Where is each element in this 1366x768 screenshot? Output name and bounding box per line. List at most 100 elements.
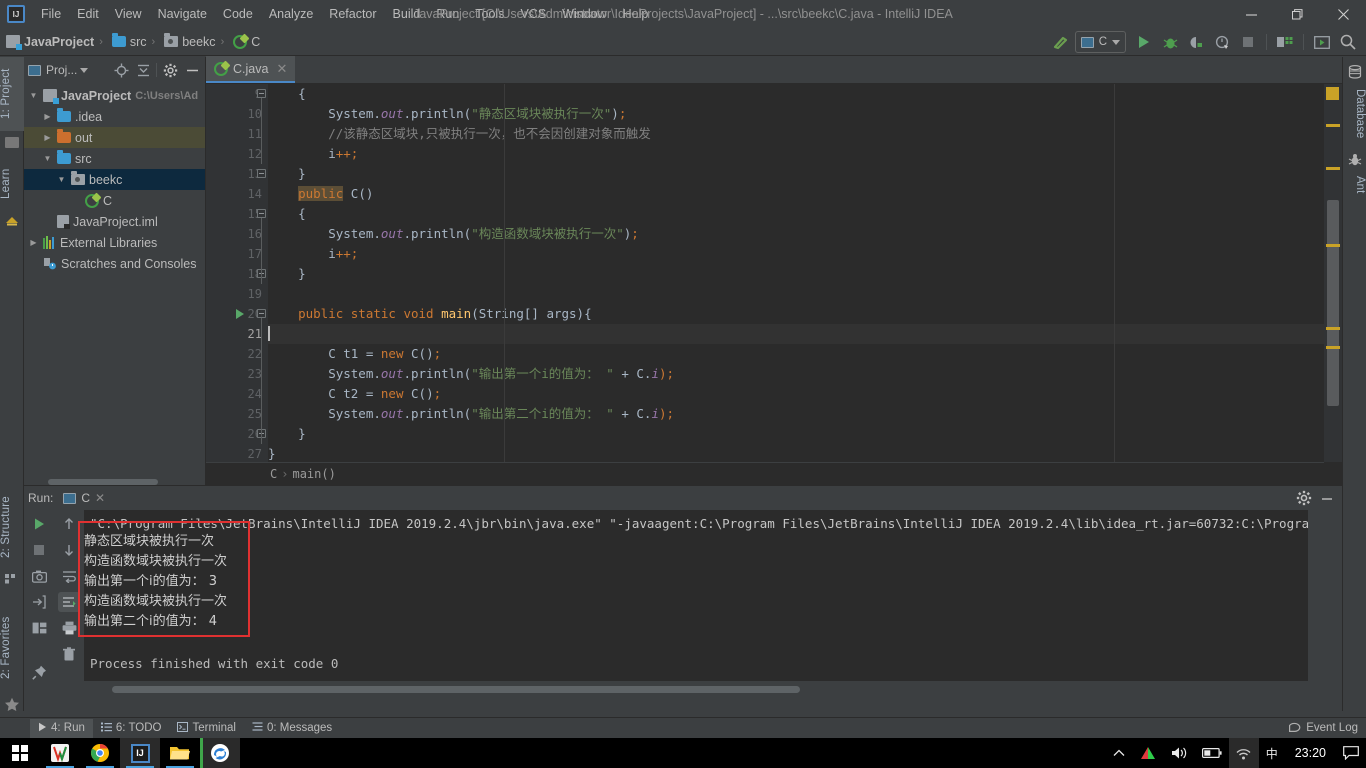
code-line[interactable] [268,324,1324,344]
close-button[interactable] [1320,0,1366,28]
editor-tab-c-java[interactable]: C.java ✕ [206,56,296,83]
menu-item-code[interactable]: Code [215,3,261,25]
action-center-button[interactable] [1336,738,1366,768]
event-log-button[interactable]: Event Log [1289,721,1358,735]
code-line[interactable]: System.out.println("静态区域块被执行一次"); [268,104,1324,124]
start-button[interactable] [0,738,40,768]
stripe-marker[interactable] [1326,167,1340,170]
ime-icon[interactable]: 中 [1259,738,1285,768]
update-icon[interactable] [1310,31,1334,53]
bottom-tab-messages[interactable]: 0: Messages [244,719,340,738]
run-configuration-selector[interactable]: C [1074,31,1126,53]
wps-tray-icon[interactable] [1132,738,1164,768]
tree-item-c[interactable]: C [24,190,205,211]
breadcrumb-method[interactable]: main() [292,467,335,481]
run-session-tab[interactable]: C ✕ [59,491,109,505]
breadcrumb-beekc[interactable]: beekc [158,31,217,53]
project-structure-icon[interactable] [1273,31,1297,53]
stripe-marker[interactable] [1326,327,1340,330]
menu-item-tools[interactable]: Tools [467,3,512,25]
code-line[interactable]: //该静态区域块,只被执行一次，也不会因创建对象而触发 [268,124,1324,144]
gear-icon[interactable] [1296,490,1314,508]
sidebar-item-database[interactable]: Database [1342,81,1366,147]
code-line[interactable]: System.out.println("输出第一个i的值为： " + C.i); [268,364,1324,384]
code-fold-toggle[interactable] [257,309,266,318]
menu-item-build[interactable]: Build [385,3,429,25]
profiler-icon[interactable] [1210,31,1234,53]
locate-icon[interactable] [112,61,130,79]
menu-item-window[interactable]: Window [554,3,614,25]
intellij-taskbar-button[interactable]: IJ [120,738,160,768]
chevron-right-icon[interactable]: ▶ [42,133,53,142]
menu-item-navigate[interactable]: Navigate [150,3,215,25]
debug-icon[interactable] [1158,31,1182,53]
code-editor[interactable]: 9101112131415161718192021222324252627 { … [206,84,1324,462]
menu-item-vcs[interactable]: VCS [512,3,554,25]
code-line[interactable]: C t1 = new C(); [268,344,1324,364]
scroll-down-icon[interactable] [58,540,80,560]
search-everywhere-icon[interactable] [1336,31,1360,53]
gear-icon[interactable] [161,61,179,79]
code-line[interactable]: } [268,164,1324,184]
code-line[interactable]: public C() [268,184,1324,204]
chevron-right-icon[interactable]: ▶ [28,238,39,247]
code-line[interactable]: } [268,424,1324,444]
code-line[interactable]: } [268,444,1324,462]
maximize-restore-button[interactable] [1274,0,1320,28]
camera-icon[interactable] [28,566,50,586]
menu-item-analyze[interactable]: Analyze [261,3,321,25]
sidebar-item-project[interactable]: 1: Project [0,57,24,131]
bottom-tab-run[interactable]: 4: Run [30,718,93,738]
system-clock[interactable]: 23:20 [1285,738,1336,768]
tree-item-src[interactable]: ▼ src [24,148,205,169]
breadcrumb-src[interactable]: src [106,31,149,53]
scroll-to-end-icon[interactable] [58,592,80,612]
stripe-marker[interactable] [1326,124,1340,127]
code-line[interactable]: i++; [268,144,1324,164]
menu-item-run[interactable]: Run [428,3,467,25]
code-line[interactable] [268,284,1324,304]
run-gutter-icon[interactable] [236,309,244,319]
chevron-down-icon[interactable]: ▼ [56,175,67,184]
bottom-tab-terminal[interactable]: Terminal [169,719,243,738]
breadcrumb-class-c[interactable]: C [227,31,262,53]
stop-icon[interactable] [28,540,50,560]
run-icon[interactable] [1132,31,1156,53]
code-line[interactable]: System.out.println("构造函数域块被执行一次"); [268,224,1324,244]
collapse-all-icon[interactable] [134,61,152,79]
menu-item-edit[interactable]: Edit [69,3,107,25]
code-line[interactable]: { [268,204,1324,224]
tree-item-javaproject[interactable]: ▼ JavaProject C:\Users\Ad [24,85,205,106]
breadcrumb-javaproject[interactable]: JavaProject [0,31,96,53]
wifi-icon[interactable] [1228,738,1259,768]
sidebar-item-structure[interactable]: 2: Structure [0,487,24,567]
tree-item-scratches-and-consoles[interactable]: Scratches and Consoles [24,253,205,274]
stop-icon[interactable] [1236,31,1260,53]
console-hscrollbar[interactable] [112,686,800,693]
menu-item-help[interactable]: Help [615,3,657,25]
code-line[interactable]: } [268,264,1324,284]
layout-icon[interactable] [28,618,50,638]
code-line[interactable]: C t2 = new C(); [268,384,1324,404]
chevron-down-icon[interactable] [80,67,89,73]
hide-panel-icon[interactable] [183,61,201,79]
code-fold-toggle[interactable] [257,169,266,178]
tree-item-external-libraries[interactable]: ▶ External Libraries [24,232,205,253]
minimize-icon[interactable] [1318,490,1336,508]
build-icon[interactable] [1049,31,1073,53]
volume-icon[interactable] [1164,738,1195,768]
explorer-taskbar-button[interactable] [160,738,200,768]
code-line[interactable]: { [268,84,1324,104]
fold-column[interactable] [255,84,268,462]
run-with-coverage-icon[interactable] [1184,31,1208,53]
tree-item-javaproject-iml[interactable]: JavaProject.iml [24,211,205,232]
browser-taskbar-button[interactable] [200,738,240,768]
print-icon[interactable] [58,618,80,638]
code-fold-toggle[interactable] [257,89,266,98]
soft-wrap-icon[interactable] [58,566,80,586]
chevron-down-icon[interactable]: ▼ [42,154,53,163]
error-stripe-markers[interactable] [1324,84,1342,462]
code-line[interactable]: public static void main(String[] args){ [268,304,1324,324]
stripe-marker[interactable] [1326,87,1339,100]
console-output[interactable]: "C:\Program Files\JetBrains\IntelliJ IDE… [84,510,1308,681]
